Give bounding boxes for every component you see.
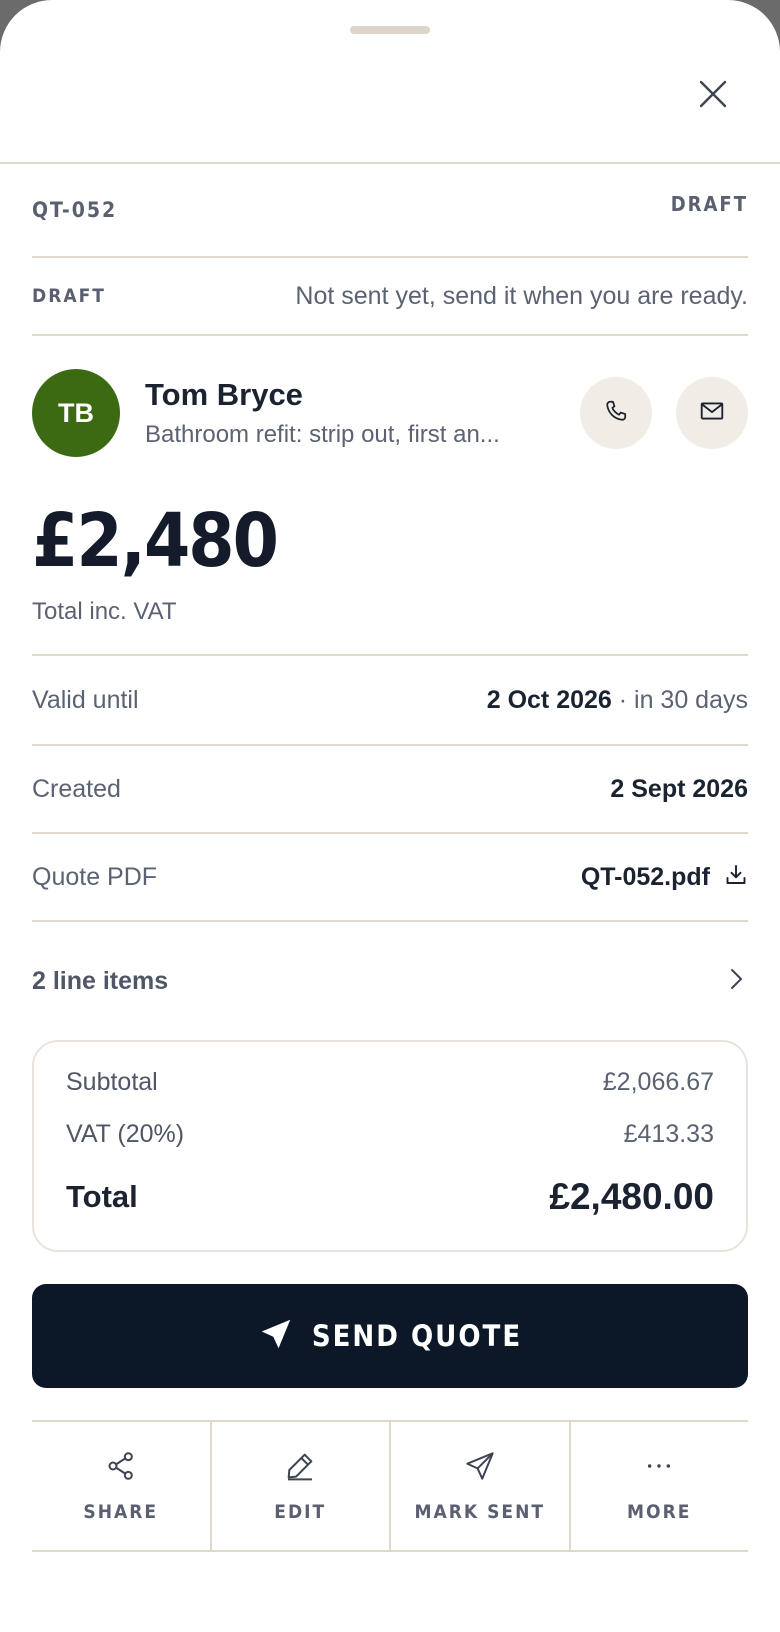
chevron-right-icon [726, 967, 748, 996]
created-value: 2 Sept 2026 [610, 774, 748, 803]
amount-block: £2,480 Total inc. VAT [32, 490, 748, 656]
pencil-icon [284, 1450, 316, 1487]
email-button[interactable] [676, 377, 748, 449]
job-description: Bathroom refit: strip out, first an... [145, 421, 500, 448]
total-value: £2,480.00 [549, 1176, 714, 1217]
quote-pdf-filename: QT-052.pdf [580, 862, 710, 891]
valid-until-label: Valid until [32, 685, 139, 714]
quote-ref-row: QT-052 DRAFT [32, 164, 748, 258]
total-label: Total [66, 1179, 138, 1214]
vat-label: VAT (20%) [66, 1120, 185, 1148]
valid-until-relative: · in 30 days [611, 685, 748, 714]
subtotal-row: Subtotal £2,066.67 [66, 1068, 714, 1097]
quote-state-row: DRAFT Not sent yet, send it when you are… [32, 258, 748, 336]
subtotal-label: Subtotal [66, 1068, 158, 1096]
share-label: SHARE [83, 1500, 159, 1523]
phone-icon [603, 398, 629, 429]
created-label: Created [32, 774, 121, 803]
action-bar: SHARE EDIT MARK SENT MORE [32, 1420, 748, 1552]
sheet-grabber[interactable] [350, 26, 430, 34]
avatar: TB [32, 369, 120, 457]
call-button[interactable] [580, 377, 652, 449]
created-row: Created 2 Sept 2026 [32, 746, 748, 834]
send-icon [258, 1316, 294, 1357]
more-icon [643, 1450, 675, 1487]
edit-button[interactable]: EDIT [212, 1422, 391, 1550]
quote-ref: QT-052 [32, 198, 118, 222]
subtotal-value: £2,066.67 [602, 1068, 714, 1096]
valid-until-row: Valid until 2 Oct 2026 · in 30 days [32, 656, 748, 746]
share-icon [105, 1450, 137, 1487]
send-quote-label: SEND QUOTE [311, 1319, 523, 1353]
total-row: Total £2,480.00 [66, 1176, 714, 1218]
close-icon [699, 80, 727, 113]
quote-amount: £2,480 [32, 498, 279, 584]
client-info: Tom Bryce Bathroom refit: strip out, fir… [145, 377, 580, 449]
quote-pdf-label: Quote PDF [32, 862, 158, 891]
paper-plane-icon [464, 1450, 496, 1487]
mark-sent-label: MARK SENT [414, 1500, 546, 1523]
valid-until-date: 2 Oct 2026 [486, 685, 612, 714]
quote-pdf-link[interactable]: QT-052.pdf [581, 863, 748, 892]
mark-sent-button[interactable]: MARK SENT [391, 1422, 571, 1550]
amount-label: Total inc. VAT [32, 598, 177, 625]
client-row: TB Tom Bryce Bathroom refit: strip out, … [32, 336, 748, 490]
edit-label: EDIT [274, 1500, 327, 1523]
totals-card: Subtotal £2,066.67 VAT (20%) £413.33 Tot… [32, 1040, 748, 1252]
quote-content: QT-052 DRAFT DRAFT Not sent yet, send it… [32, 164, 748, 1552]
vat-value: £413.33 [623, 1120, 714, 1148]
quote-detail-sheet: QT-052 DRAFT DRAFT Not sent yet, send it… [0, 0, 780, 1632]
vat-row: VAT (20%) £413.33 [66, 1120, 714, 1149]
send-quote-button[interactable]: SEND QUOTE [32, 1284, 748, 1388]
share-button[interactable]: SHARE [32, 1422, 212, 1550]
line-items-label: 2 line items [32, 966, 169, 995]
quote-pdf-row: Quote PDF QT-052.pdf [32, 834, 748, 922]
line-items-row[interactable]: 2 line items [32, 922, 748, 1040]
state-message: Not sent yet, send it when you are ready… [295, 281, 748, 310]
client-name: Tom Bryce [145, 377, 303, 412]
state-tag: DRAFT [32, 285, 106, 307]
quote-status: DRAFT [670, 192, 748, 216]
more-label: MORE [627, 1500, 692, 1523]
close-button[interactable] [690, 73, 736, 119]
download-icon [724, 863, 748, 892]
valid-until-value: 2 Oct 2026 · in 30 days [487, 686, 748, 715]
mail-icon [699, 398, 725, 429]
more-button[interactable]: MORE [571, 1422, 749, 1550]
